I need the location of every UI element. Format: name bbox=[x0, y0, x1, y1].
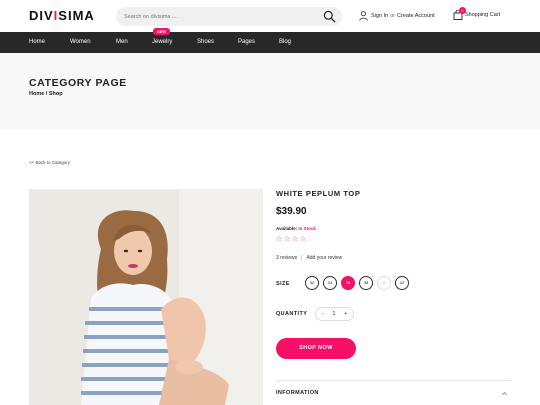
account-or-text: or bbox=[390, 13, 396, 19]
cart-count-badge: 0 bbox=[459, 7, 466, 14]
availability-value: In Stock bbox=[298, 226, 316, 231]
back-to-category-link[interactable]: << Back to Category bbox=[29, 160, 70, 165]
product-image[interactable] bbox=[29, 189, 263, 405]
quantity-value[interactable]: 1 bbox=[332, 311, 335, 317]
star-icon: ☆ bbox=[276, 236, 283, 243]
size-options: 32 34 36 38 40 42 bbox=[305, 276, 413, 290]
logo-text-suffix: SIMA bbox=[58, 8, 95, 23]
search-bar bbox=[116, 7, 342, 26]
size-label: SIZE bbox=[276, 281, 290, 287]
nav-item-jewelry[interactable]: Jewelry bbox=[152, 32, 172, 53]
add-review-link[interactable]: Add your review bbox=[306, 255, 342, 261]
breadcrumb[interactable]: Home / Shop bbox=[29, 91, 63, 97]
site-logo[interactable]: DIVISIMA bbox=[29, 8, 95, 23]
account-links: Sign In or Create Account bbox=[359, 9, 435, 23]
nav-item-blog[interactable]: Blog bbox=[279, 32, 291, 53]
size-option[interactable]: 42 bbox=[395, 276, 409, 290]
search-input[interactable] bbox=[124, 10, 314, 23]
search-icon[interactable] bbox=[323, 10, 336, 23]
rating-stars[interactable]: ☆ ☆ ☆ ☆ ☆ bbox=[276, 236, 315, 243]
product-price: $39.90 bbox=[276, 206, 307, 217]
main-nav: Home Women Men Jewelry Shoes Pages Blog … bbox=[0, 28, 540, 53]
create-account-link[interactable]: Create Account bbox=[397, 13, 435, 19]
size-option[interactable]: 32 bbox=[305, 276, 319, 290]
product-title: WHITE PEPLUM TOP bbox=[276, 189, 361, 198]
availability-label: Available: bbox=[276, 226, 298, 231]
star-icon: ☆ bbox=[284, 236, 291, 243]
quantity-stepper: - 1 + bbox=[315, 307, 354, 321]
cart-label: Shopping Cart bbox=[465, 12, 501, 18]
star-icon: ☆ bbox=[308, 236, 315, 243]
star-icon: ☆ bbox=[300, 236, 307, 243]
site-header: DIVISIMA Sign In or Create Account 0 Sho… bbox=[0, 0, 540, 32]
reviews-row: 3 reviews | Add your review bbox=[276, 255, 343, 261]
bag-icon: 0 bbox=[453, 7, 466, 20]
nav-item-women[interactable]: Women bbox=[70, 32, 91, 53]
shop-now-button[interactable]: SHOP NOW bbox=[276, 338, 356, 359]
size-option[interactable]: 34 bbox=[323, 276, 337, 290]
quantity-decrement-button[interactable]: - bbox=[322, 311, 324, 317]
nav-item-home[interactable]: Home bbox=[29, 32, 45, 53]
size-option-selected[interactable]: 36 bbox=[341, 276, 355, 290]
nav-item-shoes[interactable]: Shoes bbox=[197, 32, 214, 53]
nav-item-men[interactable]: Men bbox=[116, 32, 128, 53]
reviews-count-link[interactable]: 3 reviews bbox=[276, 255, 297, 261]
sign-in-link[interactable]: Sign In bbox=[371, 13, 388, 19]
user-icon bbox=[359, 11, 368, 21]
divider bbox=[276, 380, 511, 381]
size-option[interactable]: 38 bbox=[359, 276, 373, 290]
size-option-disabled: 40 bbox=[377, 276, 391, 290]
chevron-up-icon[interactable] bbox=[501, 390, 508, 397]
product-photo-illustration bbox=[29, 189, 263, 405]
availability: Available: In Stock bbox=[276, 226, 316, 231]
new-badge: NEW bbox=[153, 28, 170, 35]
quantity-increment-button[interactable]: + bbox=[344, 311, 347, 317]
nav-item-pages[interactable]: Pages bbox=[238, 32, 255, 53]
quantity-label: QUANTITY bbox=[276, 311, 308, 317]
star-icon: ☆ bbox=[292, 236, 299, 243]
category-banner: CATEGORY PAGE Home / Shop bbox=[0, 53, 540, 129]
information-accordion-header[interactable]: INFORMATION bbox=[276, 390, 319, 396]
logo-text-prefix: DIV bbox=[29, 8, 54, 23]
shopping-cart-link[interactable]: 0 Shopping Cart bbox=[453, 7, 501, 22]
page-title: CATEGORY PAGE bbox=[29, 77, 127, 89]
